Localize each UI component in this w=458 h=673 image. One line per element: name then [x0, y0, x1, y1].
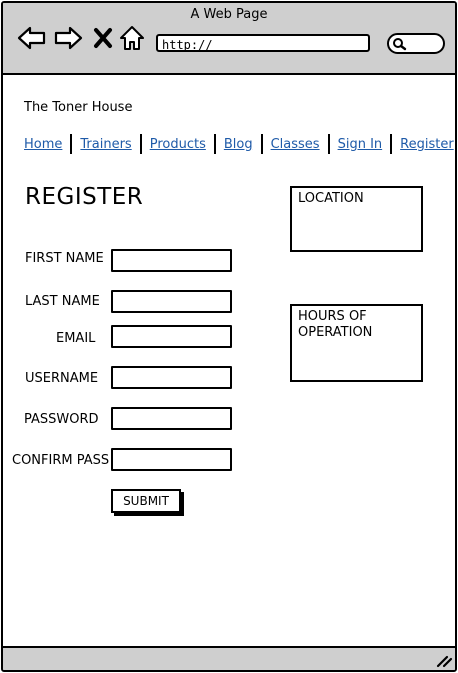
first-name-input[interactable] [111, 249, 232, 272]
nav-link-sign-in[interactable]: Sign In [338, 137, 383, 152]
last-name-label: LAST NAME [25, 294, 100, 309]
nav-divider [327, 134, 330, 154]
resize-grip-icon[interactable] [435, 654, 453, 668]
nav-divider [139, 134, 142, 154]
nav-divider [390, 134, 393, 154]
last-name-input[interactable] [111, 290, 232, 313]
nav-link-trainers[interactable]: Trainers [80, 137, 131, 152]
nav-link-register[interactable]: Register [400, 137, 454, 152]
location-label: LOCATION [298, 191, 364, 206]
nav-link-products[interactable]: Products [150, 137, 206, 152]
hours-panel: HOURS OF OPERATION [290, 304, 423, 382]
back-arrow-icon[interactable] [17, 25, 47, 51]
hours-label: HOURS OF OPERATION [298, 309, 373, 340]
nav-link-classes[interactable]: Classes [271, 137, 320, 152]
confirm-password-input[interactable] [111, 448, 232, 471]
site-name: The Toner House [24, 100, 133, 115]
email-label: EMAIL [56, 331, 96, 346]
first-name-label: FIRST NAME [25, 251, 104, 266]
nav-divider [260, 134, 263, 154]
home-icon[interactable] [119, 25, 145, 51]
nav-divider [213, 134, 216, 154]
nav-divider [70, 134, 73, 154]
username-label: USERNAME [25, 371, 99, 386]
password-input[interactable] [111, 407, 232, 430]
page-title: REGISTER [25, 184, 144, 210]
location-panel: LOCATION [290, 186, 423, 252]
close-icon[interactable] [93, 27, 113, 49]
forward-arrow-icon[interactable] [53, 25, 83, 51]
username-input[interactable] [111, 366, 232, 389]
password-label: PASSWORD [24, 412, 99, 427]
window-title: A Web Page [190, 7, 268, 22]
nav-link-home[interactable]: Home [24, 137, 62, 152]
browser-status-bar [3, 646, 455, 670]
search-box[interactable] [387, 33, 445, 54]
nav-link-blog[interactable]: Blog [224, 137, 253, 152]
email-input[interactable] [111, 325, 232, 348]
search-icon [393, 38, 407, 51]
confirm-password-label: CONFIRM PASS [12, 453, 110, 468]
browser-window: A Web Page http:// The Toner House Home … [1, 1, 457, 672]
browser-toolbar: A Web Page http:// [3, 3, 455, 75]
submit-button[interactable]: SUBMIT [111, 489, 181, 513]
main-nav: Home Trainers Products Blog Classes Sign… [24, 133, 454, 155]
url-input[interactable]: http:// [156, 34, 370, 52]
